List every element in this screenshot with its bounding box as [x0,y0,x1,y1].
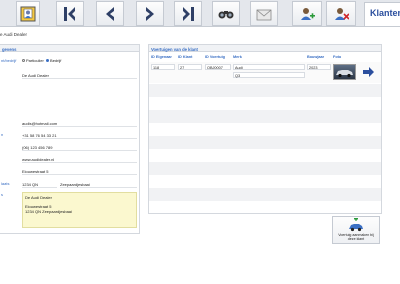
last-record-button[interactable] [174,1,202,26]
empty-row [149,97,381,110]
add-vehicle-label-line2: deze klant [347,237,365,241]
notes-textarea[interactable]: De Audi Dealer Eiouwestraat 5 1234 QN Ze… [22,192,137,228]
table-row[interactable]: 118 27 OBJ0007 Audi Q3 2023 [149,62,381,83]
tab-klanten[interactable]: Klanten [364,2,400,26]
postcode-field[interactable]: 1234 QN [22,181,57,188]
email-field[interactable]: audis@hotmail.com [22,120,137,127]
phone-field[interactable]: +31 58 76 54 33 21 [22,132,137,139]
empty-row [149,201,381,214]
empty-row [149,175,381,188]
last-record-icon [183,6,194,21]
customer-details-panel: gevens nt/bedrijf Particulier Bedrijf De… [0,44,140,234]
col-bouwjaar: Bouwjaar [307,55,325,59]
col-id-voertuig: ID Voertuig [205,55,225,59]
col-id-eigenaar: ID Eigenaar [151,55,172,59]
cell-bouwjaar[interactable]: 2023 [307,64,331,70]
col-merk: Merk [233,55,242,59]
empty-row [149,110,381,123]
phone-label: n [1,132,4,137]
cell-merk[interactable]: Audi [233,64,305,70]
postcode-label: laats [1,181,10,186]
notes-line: 1234 QN Zeepaardjesbaai [25,209,72,214]
notes-label: s [1,192,3,197]
cell-id-klant[interactable]: 27 [178,64,202,70]
col-foto: Foto [333,55,342,59]
empty-row [149,188,381,201]
radio-bedrijf[interactable] [46,59,50,63]
car-photo[interactable] [333,64,356,80]
binoculars-icon [218,10,234,18]
city-field[interactable]: Zeepaardjesbaai [60,181,137,188]
empty-row [149,149,381,162]
radio-bedrijf-label: Bedrijf [50,58,62,63]
arrow-right-icon[interactable] [363,67,374,77]
next-record-button[interactable] [136,1,164,26]
radio-particulier-label: Particulier [26,58,44,63]
customer-type-group: Particulier Bedrijf [22,58,61,63]
cell-model[interactable]: Q3 [233,72,305,78]
profile-card-icon [20,6,36,21]
website-field[interactable]: www.audidealer.nl [22,156,137,163]
cell-id-voertuig[interactable]: OBJ0007 [205,64,231,70]
delete-user-icon [335,7,349,20]
phone2-field[interactable]: (06) 123 456 789 [22,144,137,151]
add-customer-button[interactable] [292,1,322,26]
previous-record-icon [106,6,114,21]
vehicles-title: Voertuigen van de klant [149,45,381,52]
add-vehicle-button[interactable]: Voertuig aanmaken bij deze klant [332,216,380,244]
radio-particulier[interactable] [22,59,25,63]
breadcrumb: e Audi Dealer [0,32,28,37]
empty-row [149,84,381,97]
customer-type-label: nt/bedrijf [1,58,17,63]
envelope-icon [256,9,272,20]
search-binoculars-button[interactable] [212,1,240,26]
main-toolbar: Klanten [0,0,400,27]
car-image [336,70,353,78]
first-record-icon [64,6,75,21]
vehicles-panel: Voertuigen van de klant ID Eigenaar ID K… [148,44,382,214]
col-id-klant: ID Klant [178,55,193,59]
previous-record-button[interactable] [96,1,124,26]
address-field[interactable]: Eiouwestraat 5 [22,168,137,175]
profile-card-button[interactable] [16,1,40,26]
mail-button[interactable] [250,1,278,26]
add-car-icon [349,216,363,232]
next-record-icon [146,6,154,21]
empty-row [149,136,381,149]
customer-name-field[interactable]: De Audi Dealer [22,72,137,79]
add-user-icon [301,7,315,20]
customer-section-title: gevens [0,45,139,52]
first-record-button[interactable] [56,1,84,26]
delete-customer-button[interactable] [326,1,356,26]
cell-id-eigenaar[interactable]: 118 [151,64,175,70]
empty-row [149,123,381,136]
empty-row [149,162,381,175]
